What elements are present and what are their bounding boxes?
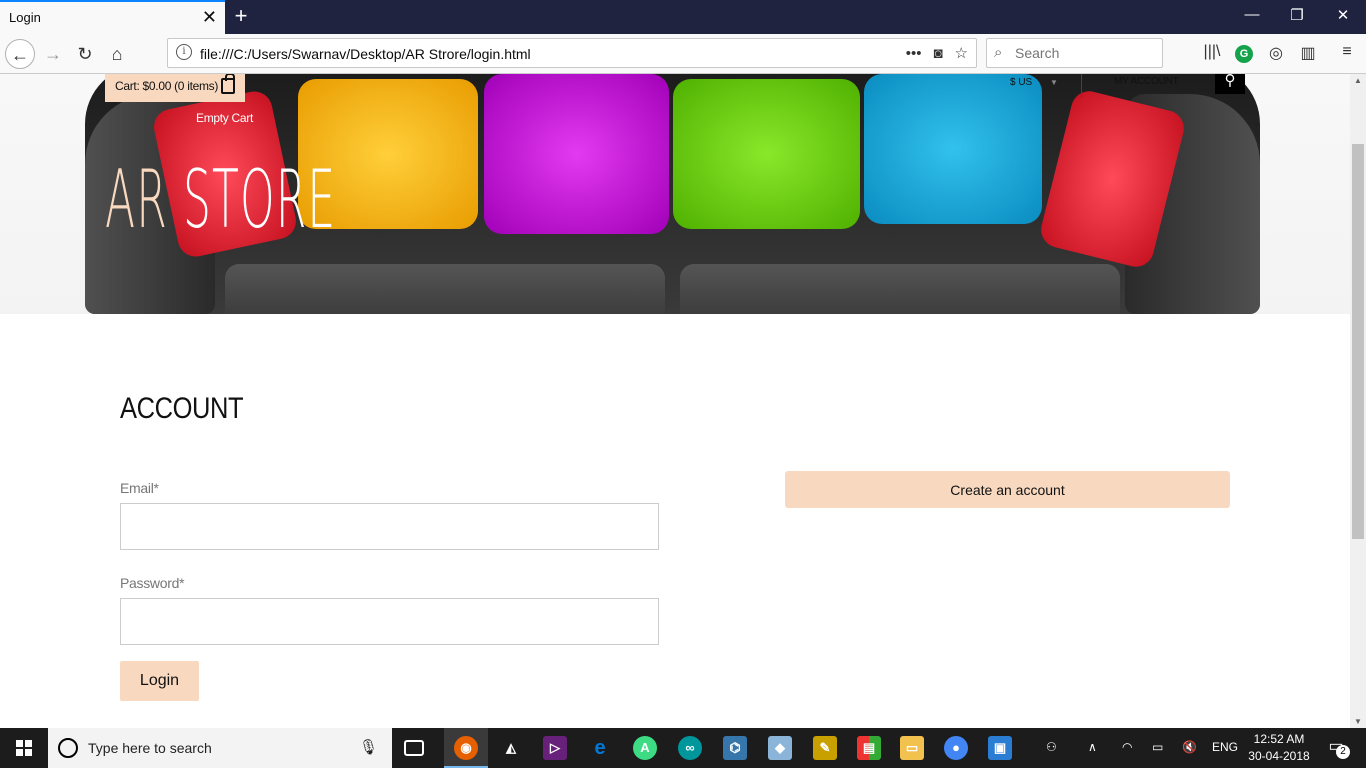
browser-tab-strip: Login ✕ + — ❐ ✕ [0, 0, 1366, 34]
header-divider [1081, 74, 1082, 98]
windows-logo-icon [16, 740, 32, 756]
winrar-icon[interactable]: ▤ [857, 736, 881, 760]
library-icon[interactable]: |||\ [1201, 43, 1223, 61]
tools-icon[interactable]: ✎ [813, 736, 837, 760]
browser-toolbar: ← → ↻ ⌂ i file:///C:/Users/Swarnav/Deskt… [0, 34, 1366, 74]
chevron-down-icon[interactable]: ▼ [1050, 78, 1058, 87]
minimize-button[interactable]: — [1237, 6, 1267, 23]
sofa-seat-left [225, 264, 665, 314]
my-account-link[interactable]: MY ACCOUNT [1114, 76, 1179, 87]
sofa-seat-right [680, 264, 1120, 314]
pillow-green [673, 79, 860, 229]
hero-banner: Cart: $0.00 (0 items) Empty Cart AR STOR… [0, 74, 1350, 314]
people-icon[interactable]: ⚇ [1046, 740, 1057, 754]
extension-icon[interactable]: ◎ [1265, 43, 1287, 63]
password-field[interactable] [120, 598, 659, 645]
login-button[interactable]: Login [120, 661, 199, 701]
firefox-icon[interactable]: ◉ [454, 736, 478, 760]
page-viewport: Cart: $0.00 (0 items) Empty Cart AR STOR… [0, 74, 1366, 728]
task-view-icon[interactable] [404, 740, 424, 756]
unity-icon[interactable]: ◭ [499, 736, 523, 760]
start-button[interactable] [0, 728, 48, 768]
clock-time: 12:52 AM [1253, 732, 1305, 746]
logo-ar: AR [105, 153, 168, 246]
clock-date: 30-04-2018 [1248, 749, 1310, 763]
language-indicator[interactable]: ENG [1212, 740, 1238, 754]
search-icon: ⌕ [994, 44, 1003, 61]
new-tab-button[interactable]: + [230, 3, 252, 29]
email-field[interactable] [120, 503, 659, 550]
system-clock[interactable]: 12:52 AM 30-04-2018 [1243, 731, 1315, 765]
visual-studio-icon[interactable]: ▷ [543, 736, 567, 760]
python-icon[interactable]: ⌬ [723, 736, 747, 760]
url-text[interactable]: file:///C:/Users/Swarnav/Desktop/AR Stro… [200, 46, 531, 62]
cortana-icon [58, 738, 78, 758]
arduino-icon[interactable]: ∞ [678, 736, 702, 760]
info-icon[interactable]: i [176, 44, 192, 60]
cart-label: Cart: $0.00 (0 items) [115, 79, 219, 93]
password-label: Password* [120, 575, 185, 591]
page-scrollbar[interactable]: ▲ ▼ [1350, 74, 1366, 728]
reload-button[interactable]: ↻ [70, 39, 100, 69]
back-button[interactable]: ← [5, 39, 35, 69]
search-icon: ⚲ [1224, 74, 1236, 89]
taskbar-search-placeholder: Type here to search [88, 740, 212, 756]
bookmark-star-icon[interactable]: ☆ [955, 45, 968, 62]
empty-cart-link[interactable]: Empty Cart [196, 111, 253, 125]
volume-muted-icon[interactable]: 🔇 [1182, 740, 1197, 754]
window-close-button[interactable]: ✕ [1328, 6, 1358, 24]
pocket-icon[interactable]: ◙ [933, 45, 942, 62]
page-title: ACCOUNT [120, 392, 244, 425]
browser-search-input[interactable] [1015, 45, 1155, 61]
notification-center-icon[interactable]: ▭ 2 [1322, 736, 1350, 760]
file-explorer-icon[interactable]: ▭ [900, 736, 924, 760]
email-label: Email* [120, 480, 159, 496]
tab-login[interactable]: Login ✕ [0, 0, 225, 34]
edge-icon[interactable]: e [588, 736, 612, 760]
logo-store: STORE [182, 153, 337, 246]
menu-icon[interactable]: ≡ [1336, 43, 1358, 61]
create-account-button[interactable]: Create an account [785, 471, 1230, 508]
scroll-down-icon[interactable]: ▼ [1354, 717, 1362, 726]
forward-button[interactable]: → [38, 39, 68, 69]
wifi-icon[interactable]: ◠ [1122, 740, 1132, 754]
cart-button[interactable]: Cart: $0.00 (0 items) [105, 74, 245, 102]
windows-taskbar: Type here to search 🎙 ◉ ◭ ▷ e A ∞ ⌬ ◆ ✎ … [0, 728, 1366, 768]
restore-button[interactable]: ❐ [1282, 6, 1312, 24]
pillow-purple [484, 74, 669, 234]
scroll-up-icon[interactable]: ▲ [1354, 76, 1362, 85]
currency-selector[interactable]: $ US [1010, 77, 1032, 88]
store-logo[interactable]: AR STORE [105, 160, 336, 240]
page-actions-icon[interactable]: ••• [906, 45, 922, 62]
browser-search-box[interactable]: ⌕ [986, 38, 1163, 68]
box-app-icon[interactable]: ◆ [768, 736, 792, 760]
close-icon[interactable]: ✕ [202, 7, 217, 28]
shopping-bag-icon [221, 74, 235, 94]
notification-count: 2 [1336, 745, 1350, 759]
scroll-thumb[interactable] [1352, 144, 1364, 539]
tab-title: Login [9, 10, 41, 25]
chrome-icon[interactable]: ● [944, 736, 968, 760]
url-actions: ••• ◙ ☆ [894, 44, 968, 62]
microphone-icon[interactable]: 🎙 [359, 738, 378, 756]
home-icon[interactable]: ⌂ [102, 39, 132, 69]
site-search-button[interactable]: ⚲ [1215, 74, 1245, 94]
window-app-icon[interactable]: ▣ [988, 736, 1012, 760]
taskbar-search[interactable]: Type here to search 🎙 [48, 728, 392, 768]
chevron-up-icon[interactable]: ∧ [1088, 740, 1097, 754]
url-bar[interactable]: i file:///C:/Users/Swarnav/Desktop/AR St… [167, 38, 977, 68]
sidebar-icon[interactable]: ▥ [1297, 43, 1319, 63]
pillow-blue [864, 74, 1042, 224]
grammarly-icon[interactable]: G [1235, 45, 1253, 63]
android-studio-icon[interactable]: A [633, 736, 657, 760]
battery-icon[interactable]: ▭ [1152, 740, 1163, 754]
